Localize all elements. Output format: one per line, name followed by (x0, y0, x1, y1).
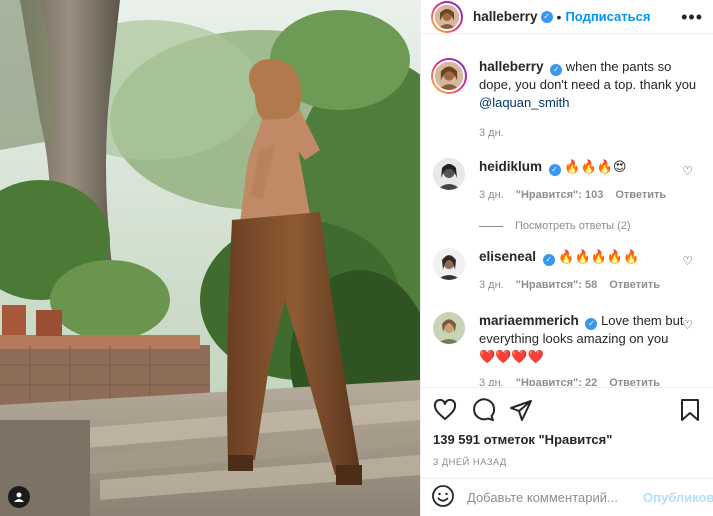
comment-avatar[interactable] (433, 312, 465, 344)
caption-time[interactable]: 3 дн. (479, 124, 504, 142)
caption-username[interactable]: halleberry (479, 59, 544, 74)
comment-time[interactable]: 3 дн. (479, 186, 504, 204)
verified-badge-icon: ✓ (585, 318, 598, 330)
comment-likes[interactable]: "Нравится": 103 (516, 186, 604, 204)
view-replies-label: Посмотреть ответы (2) (515, 220, 631, 232)
comment-item: mariaemmerich ✓ Love them but everything… (421, 312, 713, 386)
share-icon[interactable] (509, 398, 533, 425)
comment-likes[interactable]: "Нравится": 58 (516, 276, 597, 294)
heart-icon[interactable] (433, 398, 457, 425)
comment-avatar[interactable] (433, 248, 465, 280)
tagged-people-icon[interactable] (8, 486, 30, 508)
caption: halleberry ✓ when the pants so dope, you… (421, 58, 713, 142)
comment-username[interactable]: mariaemmerich (479, 313, 579, 328)
comment-item: heidiklum ✓ 🔥🔥🔥😍 3 дн. "Нравится": 103 О… (421, 158, 713, 204)
reply-button[interactable]: Ответить (609, 276, 660, 294)
comment-text: 🔥🔥🔥🔥🔥 (558, 249, 640, 264)
comment-like-heart-icon[interactable]: ♡ (682, 164, 693, 178)
add-comment-bar: Опубликовать (421, 478, 713, 516)
comment-avatar[interactable] (433, 158, 465, 190)
follow-button[interactable]: Подписаться (565, 9, 650, 24)
emoji-icon[interactable] (431, 484, 455, 511)
comment-username[interactable]: eliseneal (479, 249, 536, 264)
replies-divider (479, 225, 503, 227)
likes-count[interactable]: 139 591 отметок "Нравится" (433, 432, 701, 447)
caption-avatar[interactable] (431, 58, 467, 94)
verified-badge-icon: ✓ (540, 10, 553, 23)
comment-text: 🔥🔥🔥😍 (564, 159, 627, 174)
comment-icon[interactable] (471, 397, 496, 425)
view-replies-button[interactable]: Посмотреть ответы (2) (479, 220, 713, 232)
comment-time[interactable]: 3 дн. (479, 374, 504, 386)
verified-badge-icon: ✓ (542, 254, 555, 266)
reply-button[interactable]: Ответить (615, 186, 666, 204)
post-header: halleberry ✓ • Подписаться ••• (421, 0, 713, 34)
header-username[interactable]: halleberry (473, 9, 538, 24)
more-options-icon[interactable]: ••• (681, 8, 703, 26)
post-actions: 139 591 отметок "Нравится" 3 ДНЕЙ НАЗАД (421, 387, 713, 468)
post-image (0, 0, 420, 516)
caption-mention-link[interactable]: @laquan_smith (479, 95, 570, 110)
post-details-panel: halleberry ✓ • Подписаться ••• halleberr… (420, 0, 713, 516)
comment-time[interactable]: 3 дн. (479, 276, 504, 294)
verified-badge-icon: ✓ (550, 64, 563, 76)
avatar[interactable] (431, 0, 463, 33)
comment-hearts: ❤️❤️❤️❤️ (479, 349, 544, 364)
verified-badge-icon: ✓ (548, 164, 561, 176)
reply-button[interactable]: Ответить (609, 374, 660, 386)
comment-like-heart-icon[interactable]: ♡ (682, 318, 693, 332)
comment-username[interactable]: heidiklum (479, 159, 542, 174)
publish-button[interactable]: Опубликовать (643, 490, 713, 505)
bookmark-icon[interactable] (679, 398, 701, 425)
comment-like-heart-icon[interactable]: ♡ (682, 254, 693, 268)
comment-likes[interactable]: "Нравится": 22 (516, 374, 597, 386)
post-date[interactable]: 3 ДНЕЙ НАЗАД (433, 457, 701, 468)
comment-item: eliseneal ✓ 🔥🔥🔥🔥🔥 3 дн. "Нравится": 58 О… (421, 248, 713, 294)
comment-input[interactable] (467, 490, 643, 505)
header-separator: • (556, 8, 562, 25)
action-icons (433, 397, 701, 425)
post-photo[interactable] (0, 0, 420, 516)
comments-list[interactable]: halleberry ✓ when the pants so dope, you… (421, 58, 713, 386)
